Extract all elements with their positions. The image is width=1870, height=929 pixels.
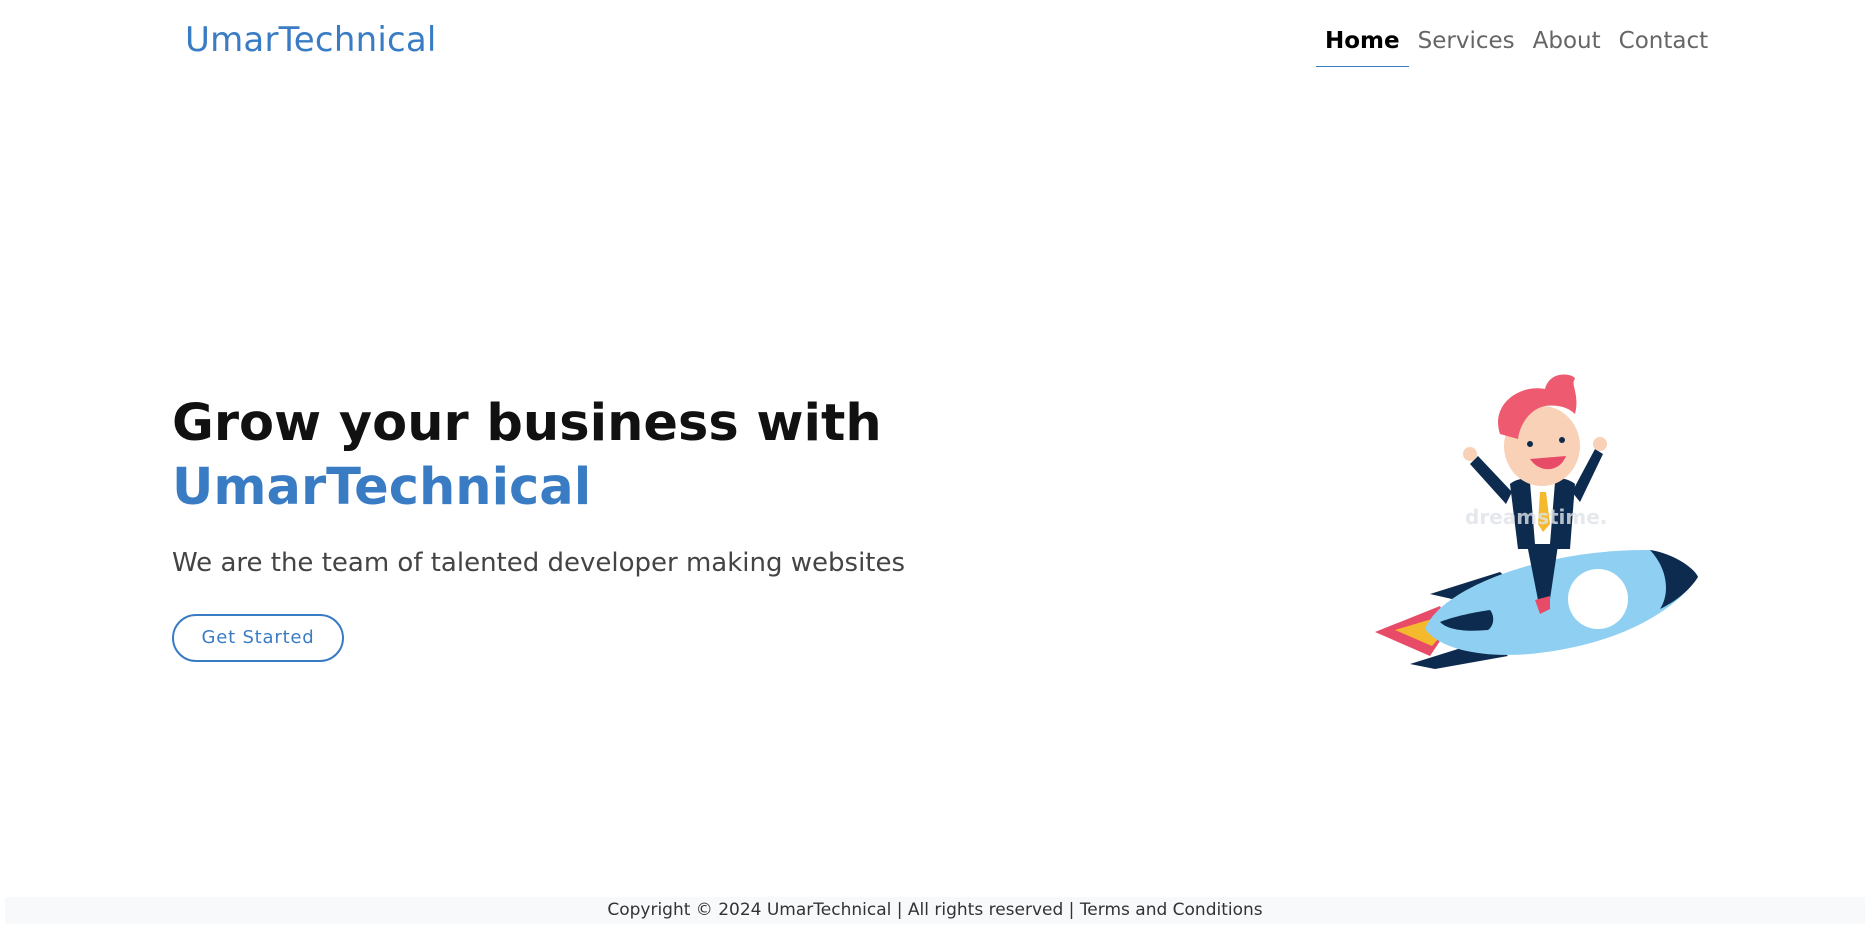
footer-separator: | [1063,900,1080,920]
illustration-watermark: dreamstime. [1465,505,1607,529]
page: UmarTechnical Home Services About Contac… [0,0,1870,929]
get-started-button[interactable]: Get Started [172,614,344,662]
boy-eye-right [1559,437,1565,443]
boy-eye-left [1527,441,1533,447]
footer-copyright: Copyright © 2024 UmarTechnical [607,900,892,920]
nav-services[interactable]: Services [1409,24,1524,66]
footer-separator: | [891,900,908,920]
rocket-body [1425,549,1698,655]
hero-subtitle: We are the team of talented developer ma… [172,548,906,578]
nav-contact[interactable]: Contact [1610,24,1717,66]
rocket-window [1568,569,1628,629]
footer: Copyright © 2024 UmarTechnical | All rig… [5,897,1865,924]
hero-title: Grow your business with UmarTechnical [172,392,1072,520]
nav-about[interactable]: About [1524,24,1610,66]
terms-link[interactable]: Terms and Conditions [1080,900,1263,920]
nav-home[interactable]: Home [1316,24,1409,67]
brand-logo-link[interactable]: UmarTechnical [185,20,437,60]
hero-section: Grow your business with UmarTechnical We… [172,392,1072,662]
main-nav: Home Services About Contact [1316,24,1717,67]
boy-hand-right [1593,437,1607,451]
rocket-boy-illustration: dreamstime. [1375,374,1698,669]
footer-rights: All rights reserved [907,900,1064,920]
hero-title-line: Grow your business with [172,394,882,453]
boy-arm-left [1470,456,1512,504]
boy-hand-left [1463,447,1477,461]
hero-title-brand: UmarTechnical [172,458,592,517]
